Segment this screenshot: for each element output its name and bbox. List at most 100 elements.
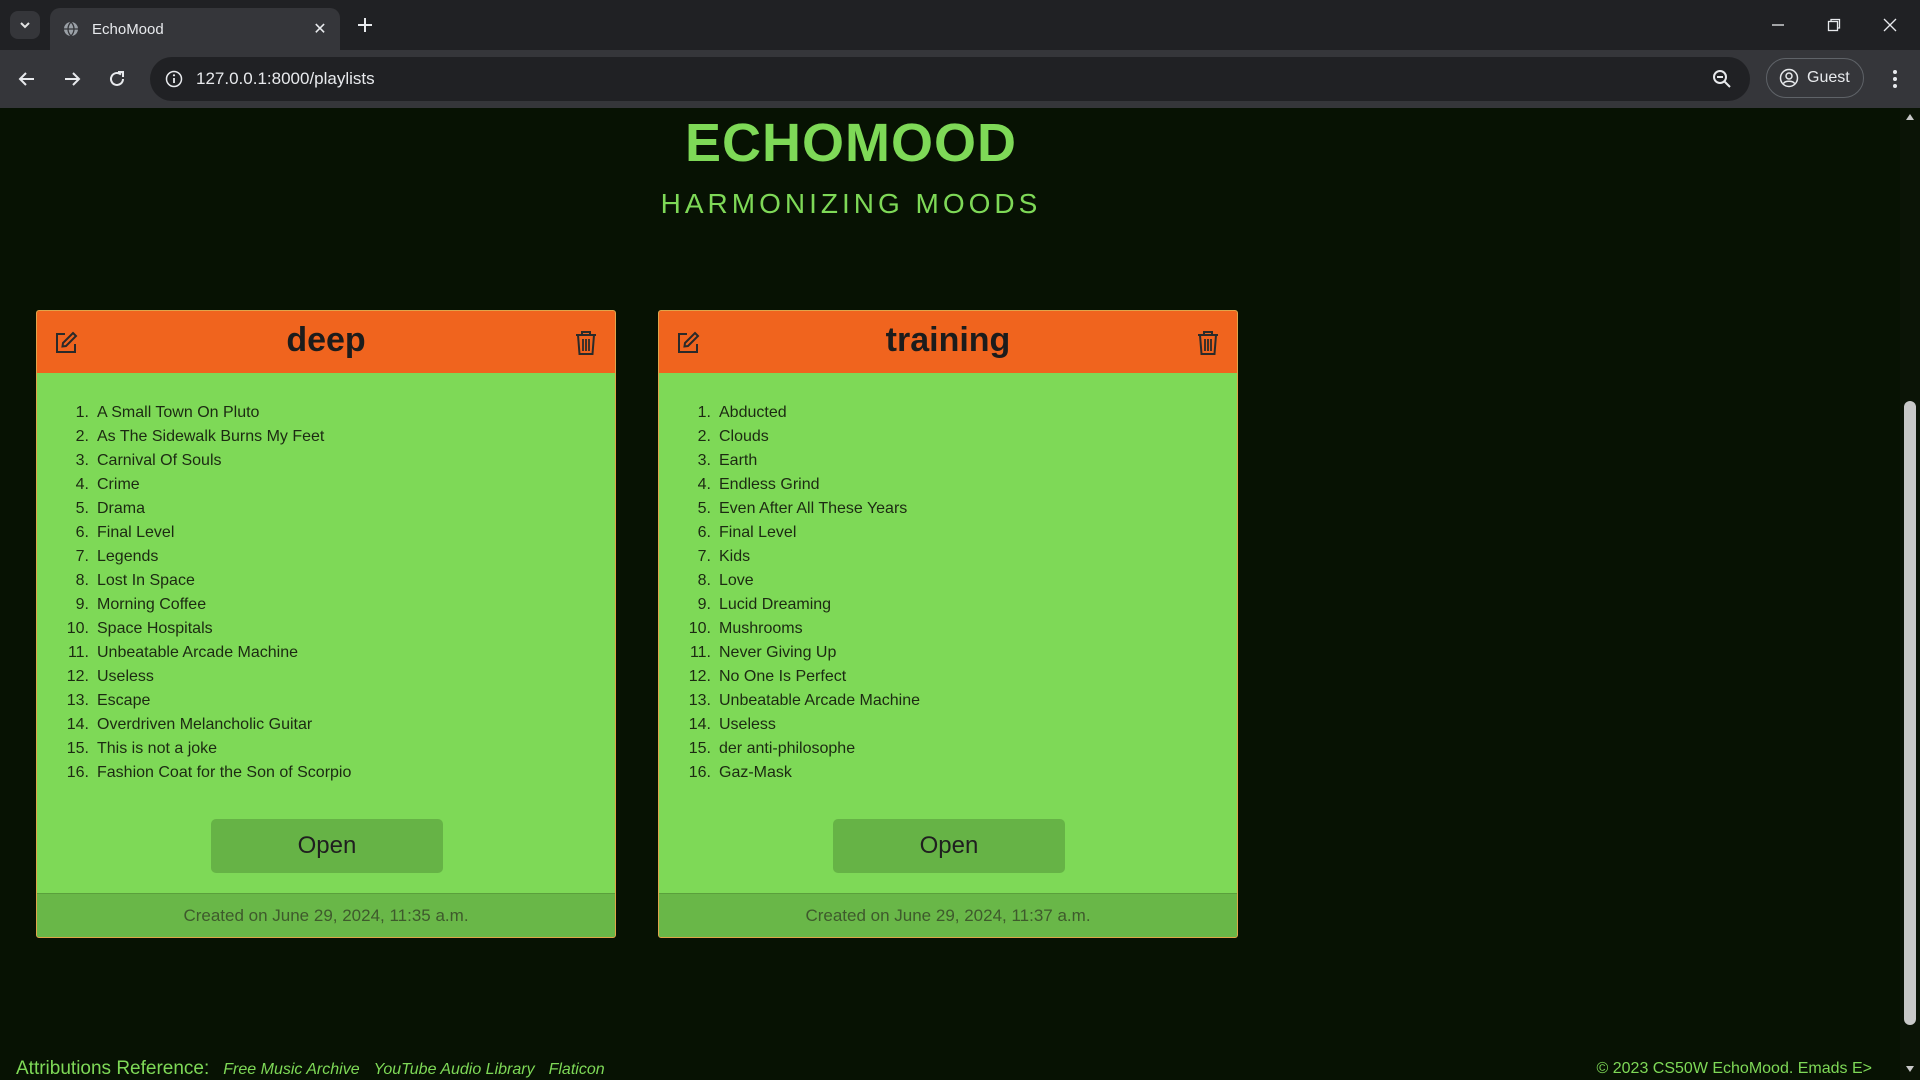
page-scrollbar[interactable] bbox=[1900, 108, 1920, 1080]
song-title: Overdriven Melancholic Guitar bbox=[97, 716, 313, 733]
song-list: 1. Abducted 2. Clouds 3. Earth 4. Endless Gr… bbox=[659, 401, 920, 785]
song-number: 3. bbox=[75, 452, 89, 469]
list-item: 3. Earth bbox=[659, 449, 920, 473]
song-title: Love bbox=[719, 572, 754, 589]
address-bar[interactable]: 127.0.0.1:8000/playlists bbox=[150, 57, 1750, 101]
attributions-label: Attributions Reference: bbox=[16, 1058, 210, 1079]
attribution-link-youtube-audio-library[interactable]: YouTube Audio Library bbox=[374, 1061, 535, 1078]
song-title: Crime bbox=[97, 476, 140, 493]
song-title: This is not a joke bbox=[97, 740, 218, 757]
close-tab-icon[interactable]: ✕ bbox=[308, 17, 332, 41]
created-date: Created on June 29, 2024, 11:37 a.m. bbox=[659, 893, 1237, 937]
list-item: 8. Love bbox=[659, 569, 920, 593]
song-title: Useless bbox=[719, 716, 776, 733]
list-item: 5. Drama bbox=[37, 497, 351, 521]
song-title: As The Sidewalk Burns My Feet bbox=[97, 428, 325, 445]
tab-title: EchoMood bbox=[92, 20, 164, 38]
list-item: 9. Lucid Dreaming bbox=[659, 593, 920, 617]
tab-search-button[interactable] bbox=[10, 11, 40, 39]
list-item: 4. Crime bbox=[37, 473, 351, 497]
forward-icon[interactable] bbox=[57, 64, 87, 94]
list-item: 15. This is not a joke bbox=[37, 737, 351, 761]
open-playlist-button[interactable]: Open bbox=[833, 819, 1065, 873]
list-item: 12. Useless bbox=[37, 665, 351, 689]
site-title: ECHOMOOD bbox=[685, 113, 1017, 173]
song-number: 11. bbox=[689, 644, 711, 661]
info-icon[interactable] bbox=[160, 65, 188, 93]
song-number: 16. bbox=[688, 764, 711, 781]
attribution-link-free-music-archive[interactable]: Free Music Archive bbox=[223, 1061, 359, 1078]
profile-button[interactable]: Guest bbox=[1766, 58, 1864, 98]
song-number: 2. bbox=[75, 428, 89, 445]
restore-icon[interactable] bbox=[1806, 0, 1862, 50]
list-item: 14. Useless bbox=[659, 713, 920, 737]
url-text: 127.0.0.1:8000/playlists bbox=[196, 69, 375, 88]
scrollbar-thumb[interactable] bbox=[1904, 401, 1916, 1025]
song-title: Mushrooms bbox=[719, 620, 803, 637]
back-icon[interactable] bbox=[12, 64, 42, 94]
song-title: Abducted bbox=[719, 404, 787, 421]
list-item: 11. Unbeatable Arcade Machine bbox=[37, 641, 351, 665]
profile-label: Guest bbox=[1807, 69, 1850, 86]
song-title: Unbeatable Arcade Machine bbox=[719, 692, 921, 709]
trash-icon[interactable] bbox=[571, 328, 601, 358]
song-title: Endless Grind bbox=[719, 476, 820, 493]
song-number: 14. bbox=[66, 716, 89, 733]
list-item: 3. Carnival Of Souls bbox=[37, 449, 351, 473]
song-number: 8. bbox=[75, 572, 89, 589]
song-title: Lost In Space bbox=[97, 572, 195, 589]
more-options-icon[interactable] bbox=[1880, 64, 1910, 94]
list-item: 6. Final Level bbox=[37, 521, 351, 545]
list-item: 10. Space Hospitals bbox=[37, 617, 351, 641]
list-item: 10. Mushrooms bbox=[659, 617, 920, 641]
playlist-name: deep bbox=[286, 321, 366, 359]
account-icon bbox=[1779, 68, 1799, 88]
song-title: A Small Town On Pluto bbox=[97, 404, 260, 421]
list-item: 6. Final Level bbox=[659, 521, 920, 545]
playlist-card-header: training bbox=[659, 311, 1237, 373]
minimize-icon[interactable] bbox=[1750, 0, 1806, 50]
list-item: 9. Morning Coffee bbox=[37, 593, 351, 617]
playlist-card: training 1. Abducted 2. Clouds 3. Earth 4. E… bbox=[658, 310, 1238, 938]
list-item: 1. A Small Town On Pluto bbox=[37, 401, 351, 425]
zoom-icon[interactable] bbox=[1710, 67, 1734, 91]
song-number: 11. bbox=[67, 644, 89, 661]
browser-tab[interactable]: EchoMood ✕ bbox=[50, 8, 340, 50]
song-list: 1. A Small Town On Pluto 2. As The Sidewal… bbox=[37, 401, 352, 785]
song-title: Fashion Coat for the Son of Scorpio bbox=[97, 764, 352, 781]
song-number: 14. bbox=[688, 716, 711, 733]
list-item: 4. Endless Grind bbox=[659, 473, 920, 497]
song-number: 4. bbox=[75, 476, 89, 493]
song-title: Legends bbox=[97, 548, 159, 565]
song-number: 9. bbox=[697, 596, 711, 613]
new-tab-icon[interactable] bbox=[352, 12, 378, 38]
song-number: 8. bbox=[697, 572, 711, 589]
attribution-link-flaticon[interactable]: Flaticon bbox=[549, 1061, 605, 1078]
open-playlist-button[interactable]: Open bbox=[211, 819, 443, 873]
list-item: 5. Even After All These Years bbox=[659, 497, 920, 521]
list-item: 13. Unbeatable Arcade Machine bbox=[659, 689, 920, 713]
song-title: Kids bbox=[719, 548, 751, 565]
playlist-card-header: deep bbox=[37, 311, 615, 373]
song-number: 10. bbox=[66, 620, 89, 637]
list-item: 13. Escape bbox=[37, 689, 351, 713]
song-number: 3. bbox=[697, 452, 711, 469]
reload-icon[interactable] bbox=[102, 64, 132, 94]
page-content: ECHOMOOD HARMONIZING MOODS deep 1. A Smal… bbox=[0, 108, 1900, 1080]
chevron-down-icon bbox=[20, 22, 30, 29]
song-title: Gaz-Mask bbox=[719, 764, 792, 781]
trash-icon[interactable] bbox=[1193, 328, 1223, 358]
close-window-icon[interactable] bbox=[1862, 0, 1918, 50]
browser-tab-bar: EchoMood ✕ bbox=[0, 0, 1920, 50]
scroll-up-icon[interactable] bbox=[1905, 112, 1915, 122]
song-number: 6. bbox=[75, 524, 89, 541]
song-number: 7. bbox=[75, 548, 89, 565]
list-item: 11. Never Giving Up bbox=[659, 641, 920, 665]
song-number: 15. bbox=[66, 740, 89, 757]
song-title: Space Hospitals bbox=[97, 620, 213, 637]
song-title: Useless bbox=[97, 668, 154, 685]
song-title: Drama bbox=[97, 500, 146, 517]
song-title: Carnival Of Souls bbox=[97, 452, 222, 469]
song-title: Even After All These Years bbox=[719, 500, 908, 517]
scroll-down-icon[interactable] bbox=[1905, 1064, 1915, 1074]
